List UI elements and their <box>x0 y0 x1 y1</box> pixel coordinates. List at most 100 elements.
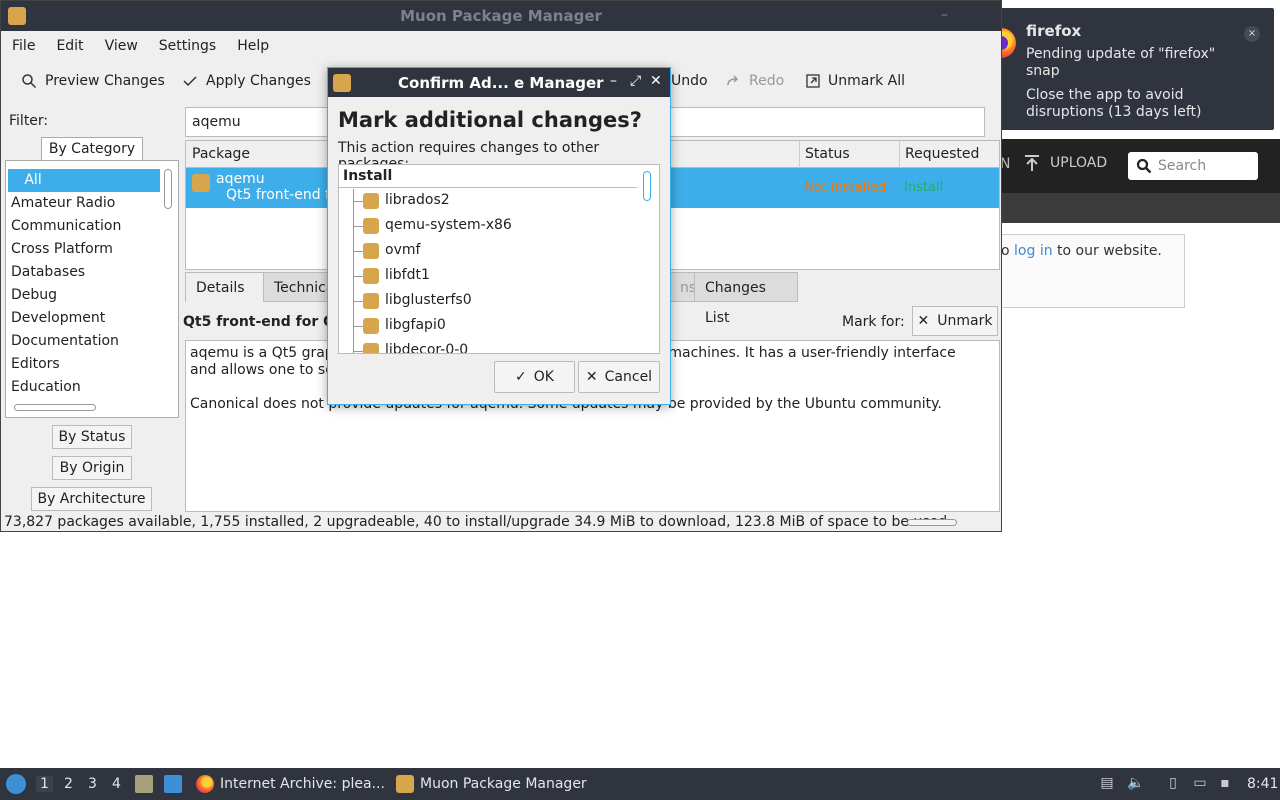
close-icon: ✕ <box>585 369 598 385</box>
clipboard-icon[interactable]: ▯ <box>1164 775 1182 793</box>
unmark-button[interactable]: ✕ Unmark <box>912 306 998 336</box>
by-origin-button[interactable]: By Origin <box>52 456 132 480</box>
apply-changes-label: Apply Changes <box>206 73 311 89</box>
upload-icon <box>1025 155 1039 171</box>
workspace-2[interactable]: 2 <box>64 776 73 792</box>
notification-icon[interactable]: ▪ <box>1216 775 1234 793</box>
category-item[interactable]: Communication <box>8 215 160 238</box>
category-list: All Amateur Radio Communication Cross Pl… <box>8 169 160 399</box>
category-item[interactable]: All <box>8 169 160 192</box>
menu-help[interactable]: Help <box>237 38 269 54</box>
firefox-notification[interactable]: firefox Pending update of "firefox" snap… <box>974 8 1274 130</box>
update-icon[interactable]: ▤ <box>1098 775 1116 793</box>
status-bar: 73,827 packages available, 1,755 install… <box>4 514 948 530</box>
redo-button[interactable]: Redo <box>725 73 784 89</box>
category-item[interactable]: Documentation <box>8 330 160 353</box>
category-item[interactable]: Cross Platform <box>8 238 160 261</box>
muon-icon <box>396 775 414 793</box>
workspace-3[interactable]: 3 <box>88 776 97 792</box>
menu-edit[interactable]: Edit <box>56 38 83 54</box>
login-link[interactable]: log in <box>1014 243 1053 259</box>
start-menu-icon[interactable] <box>6 774 26 794</box>
network-icon[interactable]: ▭ <box>1191 775 1209 793</box>
workspace-1[interactable]: 1 <box>36 776 53 792</box>
show-desktop-icon[interactable] <box>164 775 182 793</box>
preview-changes-button[interactable]: Preview Changes <box>21 73 165 89</box>
maximize-icon[interactable]: ⤢ <box>630 73 641 89</box>
site-search-input[interactable]: Search <box>1128 152 1258 180</box>
browser-site-nav: N UPLOAD Search <box>1000 139 1280 193</box>
minimize-icon[interactable]: – <box>941 7 948 23</box>
tree-item-label: libfdt1 <box>385 267 430 283</box>
dialog-heading: Mark additional changes? <box>338 108 642 132</box>
upload-link[interactable]: UPLOAD <box>1022 153 1107 173</box>
tree-item[interactable]: librados2 <box>339 189 639 214</box>
mark-for-label: Mark for: <box>842 314 905 330</box>
tree-header[interactable]: Install <box>339 165 637 188</box>
minimize-icon[interactable]: – <box>610 73 617 89</box>
column-status[interactable]: Status <box>805 146 850 162</box>
package-icon <box>363 318 379 334</box>
search-icon <box>22 74 37 89</box>
dialog-app-icon <box>333 74 351 92</box>
tree-item[interactable]: libglusterfs0 <box>339 289 639 314</box>
description-tail: ual machines. It has a user-friendly int… <box>642 345 956 361</box>
notice-suffix: to our website. <box>1052 243 1162 259</box>
cancel-label: Cancel <box>604 369 653 385</box>
unmark-all-button[interactable]: Unmark All <box>806 73 905 89</box>
category-item[interactable]: Debug <box>8 284 160 307</box>
category-item[interactable]: Education <box>8 376 160 399</box>
cancel-button[interactable]: ✕ Cancel <box>578 361 660 393</box>
ok-button[interactable]: ✓ OK <box>494 361 575 393</box>
statusbar-scrollbar[interactable] <box>907 519 957 526</box>
tab-hidden[interactable]: ns <box>669 272 696 302</box>
redo-icon <box>727 75 739 86</box>
menu-view[interactable]: View <box>105 38 138 54</box>
filter-label: Filter: <box>9 113 49 129</box>
close-icon[interactable]: ✕ <box>650 73 662 89</box>
by-category-tab[interactable]: By Category <box>41 137 143 161</box>
category-item[interactable]: Databases <box>8 261 160 284</box>
menu-settings[interactable]: Settings <box>159 38 216 54</box>
category-item[interactable]: Amateur Radio <box>8 192 160 215</box>
tree-item[interactable]: libgfapi0 <box>339 314 639 339</box>
workspace-4[interactable]: 4 <box>112 776 121 792</box>
tab-technical[interactable]: Technica <box>263 272 334 302</box>
menubar: File Edit View Settings Help <box>1 31 1001 61</box>
tab-details[interactable]: Details <box>185 272 264 302</box>
category-vertical-scrollbar[interactable] <box>164 169 172 209</box>
dialog-titlebar[interactable]: Confirm Ad... e Manager – ⤢ ✕ <box>328 68 670 97</box>
notification-close-button[interactable]: × <box>1244 26 1260 42</box>
muon-titlebar[interactable]: Muon Package Manager – <box>1 1 1001 31</box>
check-icon <box>183 76 197 87</box>
category-item[interactable]: Development <box>8 307 160 330</box>
volume-icon[interactable]: 🔈 <box>1127 775 1145 793</box>
column-package[interactable]: Package <box>192 146 250 162</box>
category-item[interactable]: Editors <box>8 353 160 376</box>
tree-scrollbar[interactable] <box>643 171 651 201</box>
undo-button[interactable]: Undo <box>671 73 708 89</box>
tree-item[interactable]: libdecor-0-0 <box>339 339 639 354</box>
by-status-button[interactable]: By Status <box>52 425 132 449</box>
category-label: All <box>24 172 42 188</box>
tree-item[interactable]: ovmf <box>339 239 639 264</box>
column-requested[interactable]: Requested <box>905 146 979 162</box>
tree-item-label: libdecor-0-0 <box>385 342 469 354</box>
task-muon[interactable]: Muon Package Manager <box>390 768 587 800</box>
tree-item[interactable]: qemu-system-x86 <box>339 214 639 239</box>
file-manager-icon[interactable] <box>135 775 153 793</box>
package-icon <box>363 193 379 209</box>
tree-item-label: librados2 <box>385 192 450 208</box>
unmark-all-label: Unmark All <box>828 73 906 89</box>
by-architecture-button[interactable]: By Architecture <box>31 487 152 511</box>
tab-changes-list[interactable]: Changes List <box>694 272 798 326</box>
apply-changes-button[interactable]: Apply Changes <box>182 73 311 89</box>
tree-item-label: libglusterfs0 <box>385 292 472 308</box>
preview-changes-label: Preview Changes <box>45 73 165 89</box>
menu-file[interactable]: File <box>12 38 35 54</box>
browser-subnav <box>1000 193 1280 223</box>
task-firefox[interactable]: Internet Archive: plea... <box>190 768 385 800</box>
tree-item[interactable]: libfdt1 <box>339 264 639 289</box>
search-icon <box>1136 158 1152 174</box>
category-horizontal-scrollbar[interactable] <box>14 404 96 411</box>
